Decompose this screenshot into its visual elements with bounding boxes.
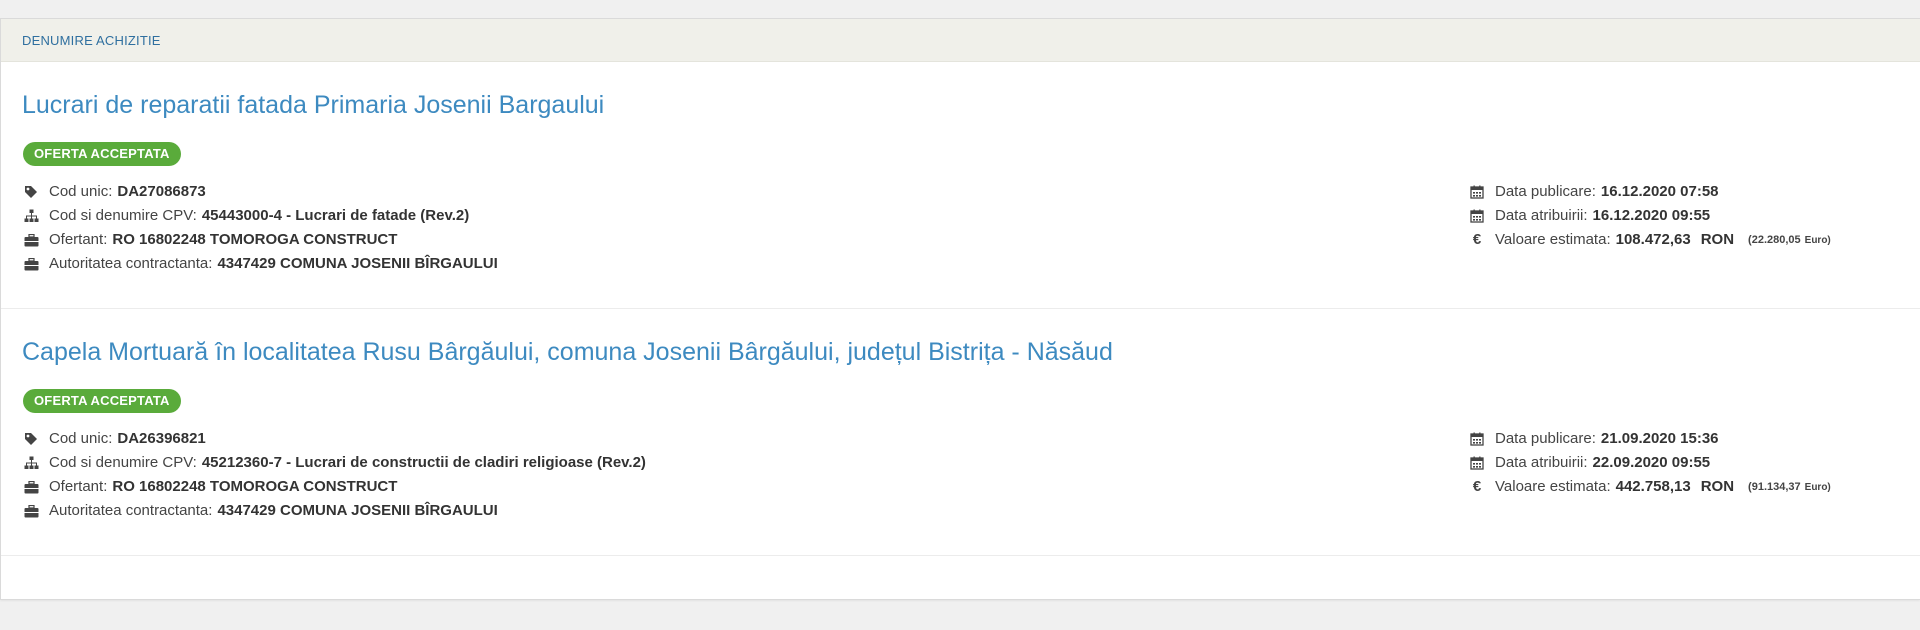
cpv-label: Cod si denumire CPV: xyxy=(49,207,197,224)
list-item: Capela Mortuară în localitatea Rusu Bârg… xyxy=(1,309,1920,556)
euro-icon: € xyxy=(1472,478,1482,495)
results-panel: DENUMIRE ACHIZITIE Lucrari de reparatii … xyxy=(0,18,1920,600)
sitemap-icon xyxy=(23,455,39,471)
autoritate-label: Autoritatea contractanta: xyxy=(49,502,213,519)
cod-unic-label: Cod unic: xyxy=(49,430,113,447)
ofertant-value: RO 16802248 TOMOROGA CONSTRUCT xyxy=(112,231,398,248)
list-item: Lucrari de reparatii fatada Primaria Jos… xyxy=(1,62,1920,309)
euro-unit: Euro) xyxy=(1804,481,1831,493)
autoritate-row: Autoritatea contractanta: 4347429 COMUNA… xyxy=(23,499,646,523)
cod-unic-label: Cod unic: xyxy=(49,183,113,200)
item-details-left: Cod unic: DA26396821 Cod si denumire CPV… xyxy=(23,427,646,523)
data-atribuirii-value: 16.12.2020 09:55 xyxy=(1592,207,1711,224)
status-badge: OFERTA ACCEPTATA xyxy=(23,389,181,413)
cod-unic-value: DA26396821 xyxy=(117,430,206,447)
valoare-row: € Valoare estimata: 108.472,63 RON (22.2… xyxy=(1469,228,1831,252)
tag-icon xyxy=(23,184,39,200)
data-publicare-value: 21.09.2020 15:36 xyxy=(1600,430,1719,447)
item-details-right: Data publicare: 16.12.2020 07:58 Data at… xyxy=(1469,180,1831,252)
ofertant-label: Ofertant: xyxy=(49,231,108,248)
ofertant-row: Ofertant: RO 16802248 TOMOROGA CONSTRUCT xyxy=(23,228,498,252)
calendar-icon xyxy=(1469,455,1485,471)
valoare-euro-value: (91.134,37 Euro) xyxy=(1748,475,1831,500)
briefcase-icon xyxy=(23,256,39,272)
sitemap-icon xyxy=(23,208,39,224)
valoare-euro-amount: (22.280,05 xyxy=(1748,233,1801,246)
item-title-link[interactable]: Capela Mortuară în localitatea Rusu Bârg… xyxy=(22,338,1113,367)
data-atribuirii-label: Data atribuirii: xyxy=(1495,454,1588,471)
cod-unic-value: DA27086873 xyxy=(117,183,206,200)
cpv-row: Cod si denumire CPV: 45443000-4 - Lucrar… xyxy=(23,204,498,228)
calendar-icon xyxy=(1469,431,1485,447)
autoritate-row: Autoritatea contractanta: 4347429 COMUNA… xyxy=(23,252,498,276)
euro-unit: Euro) xyxy=(1804,234,1831,246)
valoare-label: Valoare estimata: xyxy=(1495,478,1611,495)
tag-icon xyxy=(23,431,39,447)
cpv-value: 45443000-4 - Lucrari de fatade (Rev.2) xyxy=(201,207,470,224)
cpv-row: Cod si denumire CPV: 45212360-7 - Lucrar… xyxy=(23,451,646,475)
valoare-euro-amount: (91.134,37 xyxy=(1748,480,1801,493)
data-publicare-value: 16.12.2020 07:58 xyxy=(1600,183,1719,200)
item-details-left: Cod unic: DA27086873 Cod si denumire CPV… xyxy=(23,180,498,276)
section-header: DENUMIRE ACHIZITIE xyxy=(1,19,1920,62)
data-publicare-label: Data publicare: xyxy=(1495,183,1596,200)
data-publicare-label: Data publicare: xyxy=(1495,430,1596,447)
valoare-ron-value: 108.472,63 xyxy=(1615,231,1691,248)
item-title-link[interactable]: Lucrari de reparatii fatada Primaria Jos… xyxy=(22,91,604,120)
currency-label: RON xyxy=(1700,231,1735,248)
section-header-label: DENUMIRE ACHIZITIE xyxy=(22,32,161,48)
status-badge: OFERTA ACCEPTATA xyxy=(23,142,181,166)
item-details-right: Data publicare: 21.09.2020 15:36 Data at… xyxy=(1469,427,1831,499)
briefcase-icon xyxy=(23,503,39,519)
data-publicare-row: Data publicare: 21.09.2020 15:36 xyxy=(1469,427,1831,451)
data-publicare-row: Data publicare: 16.12.2020 07:58 xyxy=(1469,180,1831,204)
autoritate-value: 4347429 COMUNA JOSENII BÎRGAULUI xyxy=(217,255,498,272)
calendar-icon xyxy=(1469,184,1485,200)
valoare-ron-value: 442.758,13 xyxy=(1615,478,1691,495)
calendar-icon xyxy=(1469,208,1485,224)
data-atribuirii-value: 22.09.2020 09:55 xyxy=(1592,454,1711,471)
briefcase-icon xyxy=(23,479,39,495)
data-atribuirii-row: Data atribuirii: 22.09.2020 09:55 xyxy=(1469,451,1831,475)
ofertant-row: Ofertant: RO 16802248 TOMOROGA CONSTRUCT xyxy=(23,475,646,499)
cpv-value: 45212360-7 - Lucrari de constructii de c… xyxy=(201,454,646,471)
valoare-label: Valoare estimata: xyxy=(1495,231,1611,248)
data-atribuirii-row: Data atribuirii: 16.12.2020 09:55 xyxy=(1469,204,1831,228)
autoritate-value: 4347429 COMUNA JOSENII BÎRGAULUI xyxy=(217,502,498,519)
cod-unic-row: Cod unic: DA27086873 xyxy=(23,180,498,204)
ofertant-label: Ofertant: xyxy=(49,478,108,495)
euro-icon: € xyxy=(1472,231,1482,248)
valoare-row: € Valoare estimata: 442.758,13 RON (91.1… xyxy=(1469,475,1831,499)
data-atribuirii-label: Data atribuirii: xyxy=(1495,207,1588,224)
briefcase-icon xyxy=(23,232,39,248)
valoare-euro-value: (22.280,05 Euro) xyxy=(1748,228,1831,253)
autoritate-label: Autoritatea contractanta: xyxy=(49,255,213,272)
ofertant-value: RO 16802248 TOMOROGA CONSTRUCT xyxy=(112,478,398,495)
cod-unic-row: Cod unic: DA26396821 xyxy=(23,427,646,451)
currency-label: RON xyxy=(1700,478,1735,495)
cpv-label: Cod si denumire CPV: xyxy=(49,454,197,471)
